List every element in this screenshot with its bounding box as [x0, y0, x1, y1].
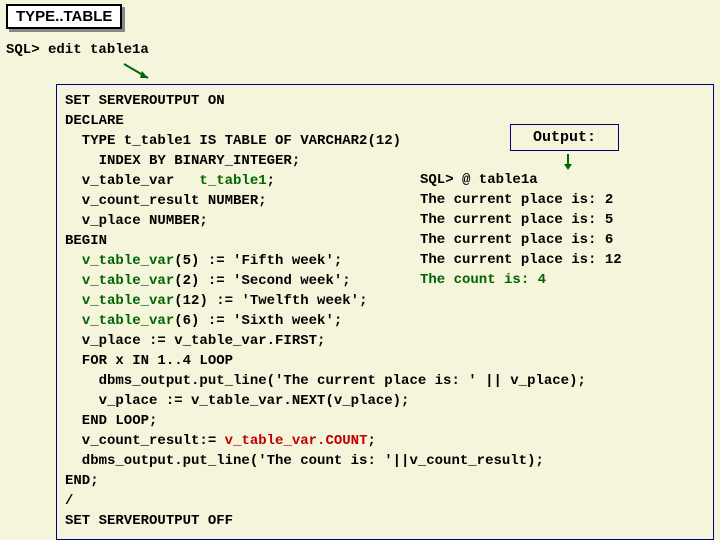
code-line: dbms_output.put_line('The current place … [65, 373, 586, 389]
code-line: v_count_result NUMBER; [65, 193, 267, 209]
code-line: v_table_var(2) := 'Second week'; [65, 273, 351, 289]
code-line: v_count_result:= v_table_var.COUNT; [65, 433, 376, 449]
code-line: END; [65, 473, 99, 489]
code-block: SET SERVEROUTPUT ON DECLARE TYPE t_table… [56, 84, 714, 540]
code-line: v_place := v_table_var.FIRST; [65, 333, 325, 349]
code-line: INDEX BY BINARY_INTEGER; [65, 153, 300, 169]
output-line: The current place is: 2 [420, 192, 613, 208]
code-line: FOR x IN 1..4 LOOP [65, 353, 233, 369]
output-block: SQL> @ table1a The current place is: 2 T… [420, 170, 622, 290]
code-line: END LOOP; [65, 413, 157, 429]
code-line: v_table_var(12) := 'Twelfth week'; [65, 293, 367, 309]
output-line: The current place is: 5 [420, 212, 613, 228]
code-line: TYPE t_table1 IS TABLE OF VARCHAR2(12) [65, 133, 401, 149]
code-line: SET SERVEROUTPUT ON [65, 93, 225, 109]
code-line: v_table_var(5) := 'Fifth week'; [65, 253, 342, 269]
sql-filename: table1a [90, 42, 149, 58]
code-line: DECLARE [65, 113, 124, 129]
arrow-down-right-icon [120, 62, 160, 86]
code-line: v_table_var(6) := 'Sixth week'; [65, 313, 342, 329]
output-label: Output: [510, 124, 619, 151]
sql-edit-line: SQL> edit table1a [6, 42, 149, 58]
sql-prompt: SQL> edit [6, 42, 90, 58]
output-line: The current place is: 12 [420, 252, 622, 268]
output-line: SQL> @ table1a [420, 172, 538, 188]
code-line: BEGIN [65, 233, 107, 249]
code-line: / [65, 493, 73, 509]
output-line: The current place is: 6 [420, 232, 613, 248]
code-line: v_table_var t_table1; [65, 173, 275, 189]
code-line: SET SERVEROUTPUT OFF [65, 513, 233, 529]
output-line: The count is: 4 [420, 272, 546, 288]
code-line: v_place := v_table_var.NEXT(v_place); [65, 393, 409, 409]
code-line: dbms_output.put_line('The count is: '||v… [65, 453, 544, 469]
code-line: v_place NUMBER; [65, 213, 208, 229]
type-table-label: TYPE..TABLE [6, 4, 122, 29]
